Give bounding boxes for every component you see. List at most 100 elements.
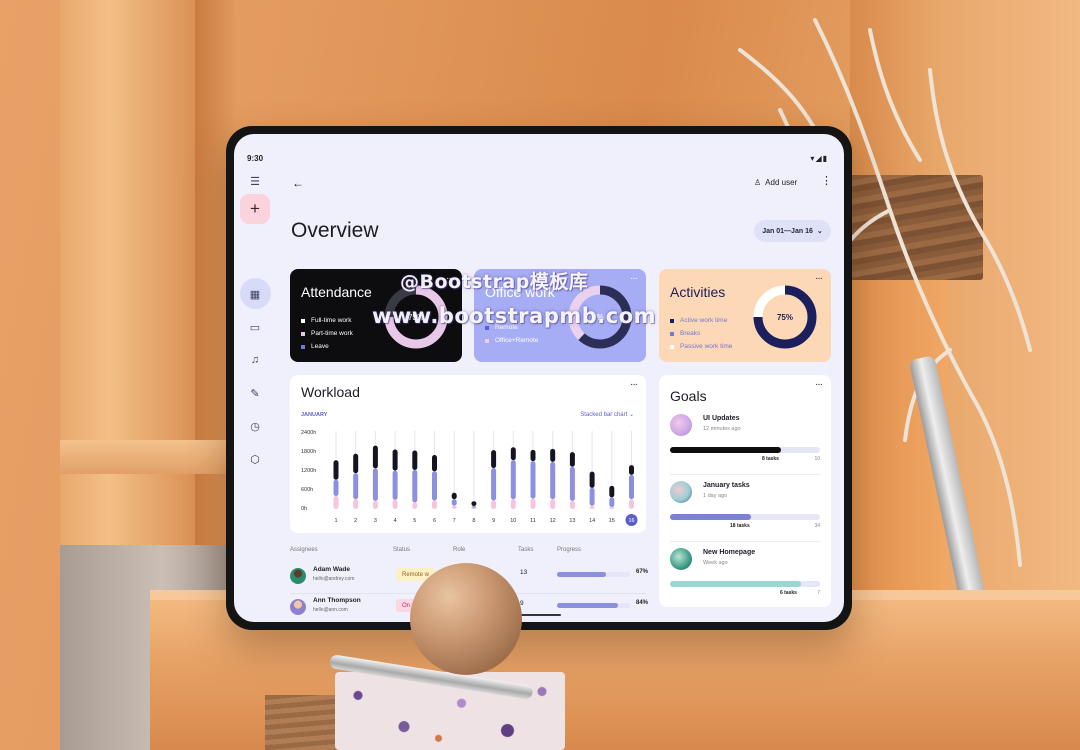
bar-segment-1 (589, 505, 595, 509)
card-more-icon[interactable]: ··· (815, 273, 823, 284)
bar-segment-3 (589, 471, 595, 488)
progress-percent: 84% (636, 600, 649, 606)
card-more-icon[interactable]: ··· (630, 379, 638, 390)
back-arrow-icon[interactable]: ← (292, 176, 304, 190)
avatar (290, 599, 306, 615)
edit-icon[interactable]: ✎ (245, 383, 265, 403)
goal-tasks: 6 tasks (780, 590, 797, 596)
assignee-name: Adam Wade (313, 566, 350, 573)
x-tick-label: 4 (394, 518, 397, 524)
watermark-url: www.bootstrapmb.com (372, 304, 657, 328)
legend-swatch (670, 318, 674, 323)
add-user-button[interactable]: ♙ Add user (754, 178, 797, 187)
assignee-email: hello@andrey.com (313, 576, 355, 582)
legend-swatch (670, 344, 674, 349)
bar-segment-2 (550, 461, 556, 500)
x-tick-label: 12 (550, 518, 556, 524)
goal-time: 12 minutes ago (703, 426, 741, 432)
card-more-icon[interactable]: ··· (815, 379, 823, 390)
x-tick-label: 1 (334, 518, 337, 524)
goal-time: 1 day ago (703, 493, 728, 499)
bar-segment-1 (510, 499, 516, 509)
legend-label: Breaks (680, 330, 701, 337)
bar-segment-3 (412, 450, 418, 470)
bar-segment-3 (550, 448, 556, 462)
table-header-progress[interactable]: Progress (557, 547, 581, 553)
bar-segment-2 (372, 468, 378, 501)
progress-fill (557, 572, 606, 577)
table-header-assignees[interactable]: Assignees (290, 547, 318, 553)
add-user-label: Add user (765, 178, 798, 187)
workload-month: JANUARY (301, 412, 328, 418)
chevron-down-icon: ⌄ (628, 412, 634, 418)
table-header-role[interactable]: Role (453, 547, 465, 553)
legend-swatch (670, 331, 674, 336)
bar-segment-2 (412, 470, 418, 503)
table-header-tasks[interactable]: Tasks (518, 547, 533, 553)
goal-count: 34 (814, 523, 820, 529)
bar-segment-3 (451, 492, 457, 500)
bar-segment-1 (451, 505, 457, 509)
card-more-icon[interactable]: ··· (630, 273, 638, 284)
menu-icon[interactable]: ☰ (245, 171, 265, 191)
date-range-label: Jan 01—Jan 16 (762, 227, 813, 235)
bar-segment-1 (609, 507, 615, 509)
x-tick-label: 13 (569, 518, 575, 524)
bar-segment-1 (333, 496, 339, 509)
dashboard-icon[interactable]: ▦ (245, 284, 265, 304)
goal-progress-fill (670, 581, 801, 587)
more-options-icon[interactable]: ⋮ (821, 174, 832, 187)
legend-label: Active work time (680, 317, 728, 324)
avatar (290, 568, 306, 584)
goal-name: UI Updates (703, 415, 740, 422)
bar-segment-1 (432, 500, 437, 509)
folder-icon[interactable]: ▭ (245, 317, 265, 337)
y-tick-label: 2400h (301, 430, 317, 436)
activities-title: Activities (670, 284, 726, 300)
table-header-status[interactable]: Status (393, 547, 410, 553)
bar-segment-1 (392, 499, 398, 509)
bar-segment-3 (392, 449, 398, 471)
workload-stacked-bar-chart: 1 2 3 4 5 6 7 8 9 10 11 12 13 14 15 16 (333, 431, 638, 526)
add-button[interactable]: + (240, 194, 270, 224)
progress-percent: 67% (636, 569, 649, 575)
goal-progress-track (670, 447, 820, 453)
date-range-picker[interactable]: Jan 01—Jan 16 ⌄ (754, 220, 831, 242)
bar-segment-3 (491, 450, 497, 469)
y-tick-label: 600h (301, 487, 314, 493)
goal-tasks: 18 tasks (730, 523, 750, 529)
bell-icon[interactable]: ♫ (245, 350, 265, 370)
bar-segment-2 (353, 473, 359, 500)
app-screen: 9:30 ▾◢▮ ☰ + ▦ ▭ ♫ ✎ ◷ ⬡ ← ♙ Add user ⋮ … (234, 134, 844, 622)
workload-title: Workload (301, 384, 360, 400)
activities-donut: 75% (753, 285, 817, 349)
status-signal-icon: ▾◢▮ (810, 154, 828, 163)
bar-segment-2 (333, 479, 339, 496)
goal-count: 10 (814, 456, 820, 462)
bar-segment-2 (451, 499, 457, 506)
activities-legend: Active work time Breaks Passive work tim… (670, 314, 732, 353)
bar-segment-3 (432, 455, 437, 472)
legend-label: Passive work time (680, 343, 733, 350)
bar-segment-2 (609, 497, 615, 508)
bar-segment-2 (471, 506, 477, 508)
background-ledge (60, 440, 230, 474)
x-tick-label: 16 (628, 518, 634, 524)
bar-segment-3 (530, 449, 536, 462)
bar-segment-2 (569, 466, 575, 501)
legend-label: Full-time work (311, 317, 352, 324)
bar-segment-1 (412, 502, 418, 509)
activities-card[interactable]: Activities Active work time Breaks Passi… (659, 269, 831, 362)
progress-fill (557, 603, 619, 608)
x-tick-label: 3 (374, 518, 377, 524)
bar-segment-2 (510, 460, 516, 500)
settings-icon[interactable]: ⬡ (245, 449, 265, 469)
assignee-name: Ann Thompson (313, 597, 361, 604)
navigation-rail: ☰ + ▦ ▭ ♫ ✎ ◷ ⬡ (234, 134, 276, 622)
watermark-text: @Bootstrap模板库 (400, 271, 589, 293)
legend-swatch (301, 344, 305, 349)
chart-type-select[interactable]: Stacked bar chart ⌄ (580, 411, 634, 418)
goal-progress-fill (670, 447, 781, 453)
timer-icon[interactable]: ◷ (245, 416, 265, 436)
donut-center-value: 75% (777, 313, 793, 322)
